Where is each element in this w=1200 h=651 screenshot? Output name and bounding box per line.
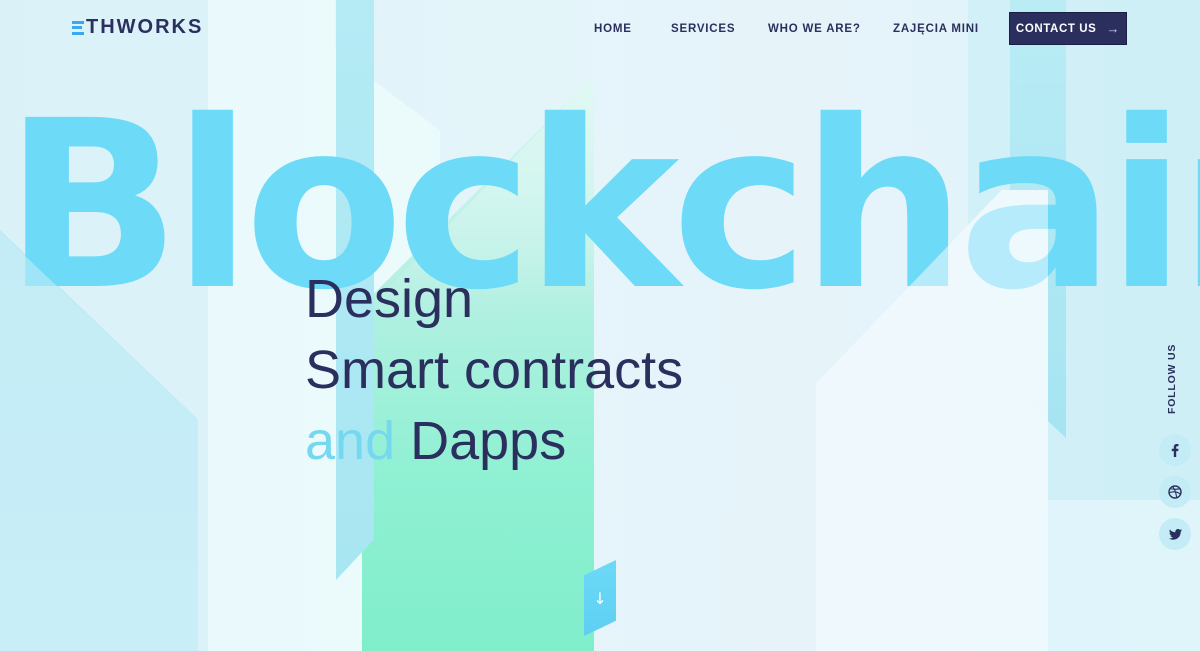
nav-who-we-are[interactable]: WHO WE ARE? xyxy=(768,23,861,35)
page: Blockchain THWORKS HOME SERVICES WHO WE … xyxy=(0,0,1200,651)
follow-us-label: FOLLOW US xyxy=(1166,343,1178,414)
hero-headline: Design Smart contracts and Dapps xyxy=(305,264,683,477)
facebook-button[interactable] xyxy=(1159,434,1191,466)
twitter-icon xyxy=(1168,528,1182,540)
logo-text: THWORKS xyxy=(86,16,204,38)
nav-home[interactable]: HOME xyxy=(594,23,632,35)
arrow-down-icon: ↓ xyxy=(593,588,607,608)
headline-dapps: Dapps xyxy=(410,411,567,471)
arrow-right-icon: → xyxy=(1106,21,1121,36)
nav-services[interactable]: SERVICES xyxy=(671,23,735,35)
headline-line-1: Design xyxy=(305,269,474,329)
contact-us-label: CONTACT US xyxy=(1015,22,1097,35)
nav-zajecia-mini[interactable]: ZAJĘCIA MINI xyxy=(893,23,979,35)
headline-line-2: Smart contracts xyxy=(305,340,684,400)
headline-line-3: and Dapps xyxy=(305,406,683,477)
dribbble-icon xyxy=(1168,485,1182,499)
contact-us-button[interactable]: CONTACT US → xyxy=(1009,12,1127,45)
dribbble-button[interactable] xyxy=(1159,476,1191,508)
headline-and: and xyxy=(305,411,396,471)
facebook-icon xyxy=(1171,443,1179,457)
twitter-button[interactable] xyxy=(1159,518,1191,550)
logo[interactable]: THWORKS xyxy=(72,16,203,39)
logo-mark-icon xyxy=(72,20,84,35)
